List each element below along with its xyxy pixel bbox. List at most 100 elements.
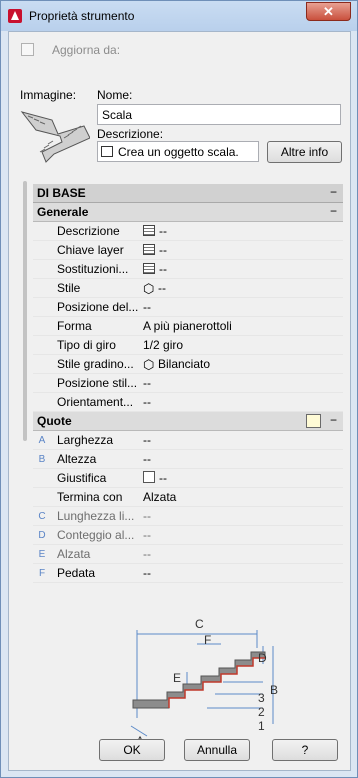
property-row[interactable]: D Conteggio al... -- xyxy=(33,526,343,545)
stair-style-icon[interactable]: ⬡ xyxy=(143,281,155,296)
property-value-text: Bilanciato xyxy=(158,357,211,371)
property-row[interactable]: Descrizione -- xyxy=(33,222,343,241)
diagram-label-d: D xyxy=(258,651,267,665)
property-row[interactable]: E Alzata -- xyxy=(33,545,343,564)
cancel-button[interactable]: Annulla xyxy=(184,739,250,761)
property-name: Alzata xyxy=(57,547,91,561)
dimension-key xyxy=(33,222,51,241)
stair-style-icon[interactable]: ⬡ xyxy=(143,357,155,372)
property-value-text: -- xyxy=(143,547,151,561)
group-dimensions[interactable]: Quote − xyxy=(33,412,343,431)
property-value[interactable]: -- xyxy=(143,243,167,257)
stair-preview-image[interactable] xyxy=(20,108,90,164)
section-basic[interactable]: DI BASE − xyxy=(33,184,343,203)
property-row[interactable]: Giustifica -- xyxy=(33,469,343,488)
dimension-key xyxy=(33,355,51,374)
description-field[interactable]: Crea un oggetto scala. xyxy=(97,141,259,162)
property-value-text: -- xyxy=(143,509,151,523)
property-value[interactable]: -- xyxy=(143,471,167,485)
dimension-key: F xyxy=(38,568,46,579)
name-field[interactable]: Scala xyxy=(97,104,341,125)
property-value[interactable]: -- xyxy=(143,509,151,523)
table-icon[interactable] xyxy=(143,263,155,274)
collapse-icon[interactable]: − xyxy=(330,413,337,427)
property-value[interactable]: -- xyxy=(143,528,151,542)
property-value[interactable]: -- xyxy=(143,566,151,580)
property-value[interactable]: -- xyxy=(143,452,151,466)
property-value[interactable]: -- xyxy=(143,262,167,276)
title-bar[interactable]: Proprietà strumento ✕ xyxy=(1,1,357,31)
property-name: Sostituzioni... xyxy=(57,262,129,276)
property-value[interactable]: -- xyxy=(143,300,151,314)
dimension-key xyxy=(33,393,51,412)
property-row[interactable]: Termina con Alzata xyxy=(33,488,343,507)
properties-palette: DI BASE − Generale − Descrizione -- Chiave… xyxy=(23,181,343,748)
property-row[interactable]: Orientament... -- xyxy=(33,393,343,412)
table-icon[interactable] xyxy=(143,225,155,236)
property-value[interactable]: -- xyxy=(143,433,151,447)
property-value-text: A più pianerottoli xyxy=(143,319,232,333)
property-row[interactable]: Stile ⬡ -- xyxy=(33,279,343,298)
description-label: Descrizione: xyxy=(97,127,164,141)
diagram-label-b: B xyxy=(270,683,279,697)
property-name: Lunghezza li... xyxy=(57,509,135,523)
property-value[interactable]: -- xyxy=(143,395,151,409)
property-value[interactable]: 1/2 giro xyxy=(143,338,183,352)
close-button[interactable]: ✕ xyxy=(306,2,351,21)
property-row[interactable]: C Lunghezza li... -- xyxy=(33,507,343,526)
dimension-key xyxy=(33,469,51,488)
autocad-app-icon xyxy=(8,9,22,23)
checkbox-icon[interactable] xyxy=(143,471,155,483)
group-general[interactable]: Generale − xyxy=(33,203,343,222)
property-row[interactable]: Sostituzioni... -- xyxy=(33,260,343,279)
collapse-icon[interactable]: − xyxy=(330,185,337,199)
property-value[interactable]: ⬡ Bilanciato xyxy=(143,357,211,372)
property-name: Forma xyxy=(57,319,92,333)
property-row[interactable]: B Altezza -- xyxy=(33,450,343,469)
collapse-icon[interactable]: − xyxy=(330,204,337,218)
description-edit-icon[interactable] xyxy=(101,146,113,157)
dimension-key xyxy=(33,279,51,298)
property-value-text: -- xyxy=(143,433,151,447)
property-row[interactable]: Stile gradino... ⬡ Bilanciato xyxy=(33,355,343,374)
group-general-label: Generale xyxy=(37,205,89,219)
property-value[interactable]: ⬡ -- xyxy=(143,281,166,296)
property-row[interactable]: F Pedata -- xyxy=(33,564,343,583)
more-info-button[interactable]: Altre info xyxy=(267,141,342,163)
diagram-label-f: F xyxy=(204,633,212,647)
diagram-label-1: 1 xyxy=(258,719,265,733)
ok-button[interactable]: OK xyxy=(99,739,165,761)
property-value-text: -- xyxy=(143,376,151,390)
property-name: Tipo di giro xyxy=(57,338,116,352)
property-row[interactable]: Posizione stil... -- xyxy=(33,374,343,393)
property-value[interactable]: A più pianerottoli xyxy=(143,319,232,333)
property-name: Pedata xyxy=(57,566,96,580)
property-row[interactable]: Posizione del... -- xyxy=(33,298,343,317)
property-value[interactable]: -- xyxy=(143,376,151,390)
image-label: Immagine: xyxy=(20,88,77,102)
property-value[interactable]: Alzata xyxy=(143,490,176,504)
property-value-text: -- xyxy=(159,243,167,257)
property-row[interactable]: Tipo di giro 1/2 giro xyxy=(33,336,343,355)
property-value[interactable]: -- xyxy=(143,547,151,561)
property-row[interactable]: Chiave layer -- xyxy=(33,241,343,260)
update-from-checkbox[interactable] xyxy=(21,43,34,56)
property-row[interactable]: A Larghezza -- xyxy=(33,431,343,450)
property-value[interactable]: -- xyxy=(143,224,167,238)
help-button[interactable]: ? xyxy=(272,739,338,761)
palette-scrollbar[interactable] xyxy=(23,181,27,441)
tool-properties-window: Proprietà strumento ✕ Aggiorna da: Immag… xyxy=(0,0,358,778)
property-value-text: -- xyxy=(143,452,151,466)
dimension-key: C xyxy=(38,511,46,522)
table-icon[interactable] xyxy=(143,244,155,255)
property-name: Larghezza xyxy=(57,433,114,447)
property-value-text: -- xyxy=(143,528,151,542)
property-row[interactable]: Forma A più pianerottoli xyxy=(33,317,343,336)
dimension-key: B xyxy=(38,454,46,465)
property-value-text: 1/2 giro xyxy=(143,338,184,352)
property-name: Descrizione xyxy=(57,224,120,238)
group-dimensions-label: Quote xyxy=(37,414,72,428)
calculator-icon[interactable] xyxy=(306,414,321,428)
property-value-text: -- xyxy=(159,471,167,485)
diagram-label-c: C xyxy=(195,617,204,631)
